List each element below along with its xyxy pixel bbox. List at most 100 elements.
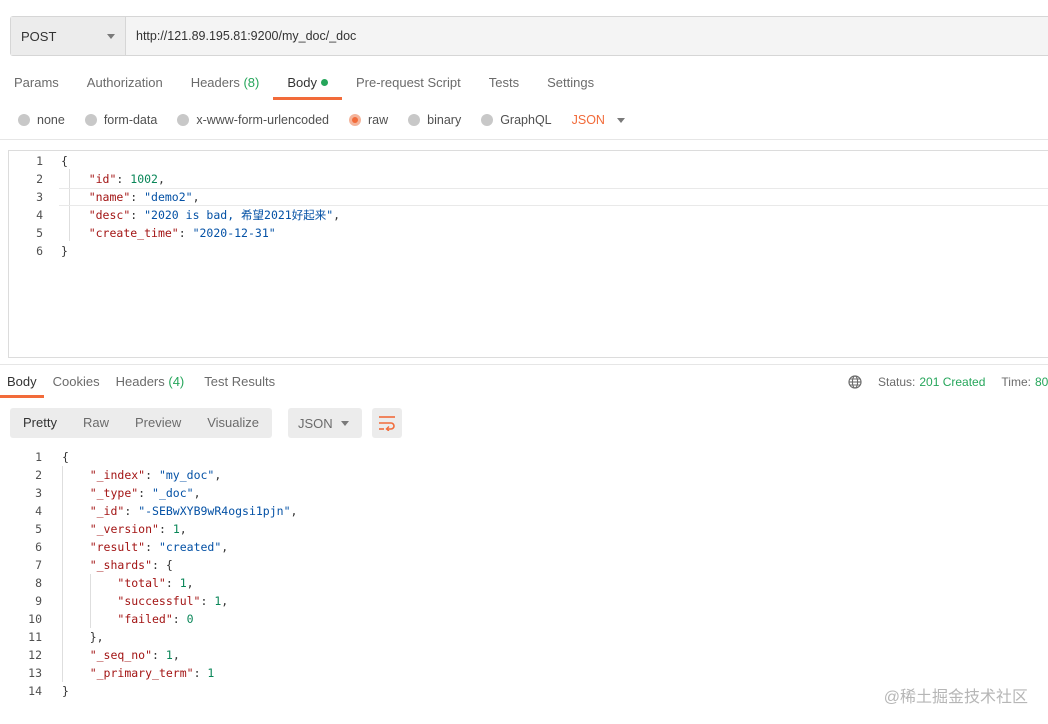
chevron-down-icon: [616, 117, 625, 123]
tab-body[interactable]: Body: [273, 68, 342, 100]
code-line: 2 "id": 1002,: [9, 170, 1048, 188]
tab-pre-request-script[interactable]: Pre-request Script: [342, 68, 475, 98]
code-text: "_primary_term": 1: [89, 666, 215, 680]
method-select[interactable]: POST: [11, 17, 126, 55]
code-line: 12 "_seq_no": 1,: [0, 646, 1048, 664]
view-preview-button[interactable]: Preview: [122, 408, 194, 438]
line-number: 6: [35, 540, 42, 554]
line-number: 5: [36, 226, 43, 240]
tab-label: Params: [14, 75, 59, 90]
tab-label: Pre-request Script: [355, 75, 461, 90]
code-text: {: [61, 154, 68, 168]
radio-icon: [408, 114, 421, 126]
radio-label: x-www-form-urlencoded: [196, 113, 329, 127]
tab-settings[interactable]: Settings: [533, 68, 608, 98]
response-format-select[interactable]: JSON: [288, 408, 362, 438]
time-label: Time:: [1001, 375, 1031, 389]
line-number: 4: [36, 208, 43, 222]
line-number: 2: [36, 172, 43, 186]
code-line: 2 "_index": "my_doc",: [0, 466, 1048, 484]
radio-graphql[interactable]: GraphQL: [481, 113, 552, 127]
line-number: 13: [28, 666, 42, 680]
wrap-lines-button[interactable]: [372, 408, 402, 438]
code-text: "desc": "2020 is bad, 希望2021好起来",: [88, 208, 341, 222]
code-text: {: [62, 450, 69, 464]
code-text: "name": "demo2",: [88, 190, 200, 204]
view-raw-button[interactable]: Raw: [70, 408, 122, 438]
code-line: 3 "name": "demo2",: [9, 188, 1048, 206]
radio-icon: [18, 114, 30, 126]
line-number: 2: [35, 468, 42, 482]
line-number: 12: [28, 648, 42, 662]
line-number: 11: [28, 630, 42, 644]
chevron-down-icon: [341, 421, 349, 426]
tab-label: Headers: [115, 374, 165, 389]
headers-count: (8): [243, 75, 260, 90]
time-value: 80 ms: [1034, 375, 1048, 389]
request-bar: POST http://121.89.195.81:9200/my_doc/_d…: [10, 16, 1048, 56]
tab-tests[interactable]: Tests: [475, 68, 533, 98]
line-number: 8: [35, 576, 42, 590]
code-line: 6 "result": "created",: [0, 538, 1048, 556]
line-number: 14: [28, 684, 42, 698]
view-pretty-button[interactable]: Pretty: [10, 408, 70, 438]
code-text: "_index": "my_doc",: [89, 468, 222, 482]
view-visualize-button[interactable]: Visualize: [194, 408, 272, 438]
radio-urlencoded[interactable]: x-www-form-urlencoded: [177, 113, 329, 127]
code-line: 6}: [9, 242, 1048, 260]
response-tabs: Body Cookies Headers (4) Test Results: [0, 368, 283, 398]
code-text: "_type": "_doc",: [89, 486, 201, 500]
radio-raw[interactable]: raw: [349, 113, 388, 127]
line-number: 9: [35, 594, 42, 608]
radio-label: GraphQL: [500, 113, 552, 127]
status-value: 201 Created: [919, 375, 986, 389]
tab-label: Cookies: [52, 374, 100, 389]
radio-label: binary: [427, 113, 462, 127]
code-line: 11 },: [0, 628, 1048, 646]
body-language-select[interactable]: JSON: [572, 113, 625, 127]
code-text: "_seq_no": 1,: [89, 648, 180, 662]
line-number: 5: [35, 522, 42, 536]
body-type-options: none form-data x-www-form-urlencoded raw…: [18, 110, 625, 130]
tab-params[interactable]: Params: [0, 68, 73, 98]
radio-label: none: [37, 113, 65, 127]
code-line: 13 "_primary_term": 1: [0, 664, 1048, 682]
code-text: "failed": 0: [117, 612, 194, 626]
response-body-viewer[interactable]: 1{ 2 "_index": "my_doc", 3 "_type": "_do…: [0, 448, 1048, 708]
tab-label: Body: [287, 75, 317, 90]
radio-none[interactable]: none: [18, 113, 65, 127]
body-language-label: JSON: [571, 113, 605, 127]
code-line: 1{: [0, 448, 1048, 466]
tab-test-results[interactable]: Test Results: [192, 368, 282, 396]
tab-headers[interactable]: Headers (8): [177, 68, 274, 98]
code-text: }: [62, 684, 69, 698]
code-text: "_shards": {: [89, 558, 173, 572]
radio-binary[interactable]: binary: [408, 113, 461, 127]
line-number: 4: [35, 504, 42, 518]
url-input[interactable]: http://121.89.195.81:9200/my_doc/_doc: [126, 17, 1048, 55]
tab-cookies[interactable]: Cookies: [45, 368, 107, 396]
code-line: 3 "_type": "_doc",: [0, 484, 1048, 502]
globe-icon[interactable]: [848, 375, 862, 389]
request-body-editor[interactable]: 1{ 2 "id": 1002, 3 "name": "demo2", 4 "d…: [8, 150, 1048, 358]
chevron-down-icon: [107, 34, 115, 39]
radio-icon: [481, 114, 494, 126]
code-line: 4 "_id": "-SEBwXYB9wR4ogsi1pjn",: [0, 502, 1048, 520]
radio-icon: [177, 114, 190, 126]
code-text: },: [62, 630, 104, 644]
line-number: 6: [36, 244, 43, 258]
code-text: "result": "created",: [89, 540, 229, 554]
code-text: "successful": 1,: [117, 594, 229, 608]
divider: [0, 139, 1048, 140]
code-text: "create_time": "2020-12-31": [88, 226, 276, 240]
line-number: 3: [36, 190, 43, 204]
radio-form-data[interactable]: form-data: [84, 113, 157, 127]
tab-label: Headers: [190, 75, 240, 90]
tab-response-body[interactable]: Body: [0, 368, 44, 398]
tab-response-headers[interactable]: Headers (4): [108, 368, 192, 396]
tab-label: Authorization: [86, 75, 163, 90]
request-tabs: Params Authorization Headers (8) Body Pr…: [0, 68, 608, 100]
code-line: 7 "_shards": {: [0, 556, 1048, 574]
tab-authorization[interactable]: Authorization: [73, 68, 177, 98]
code-line: 5 "create_time": "2020-12-31": [9, 224, 1048, 242]
